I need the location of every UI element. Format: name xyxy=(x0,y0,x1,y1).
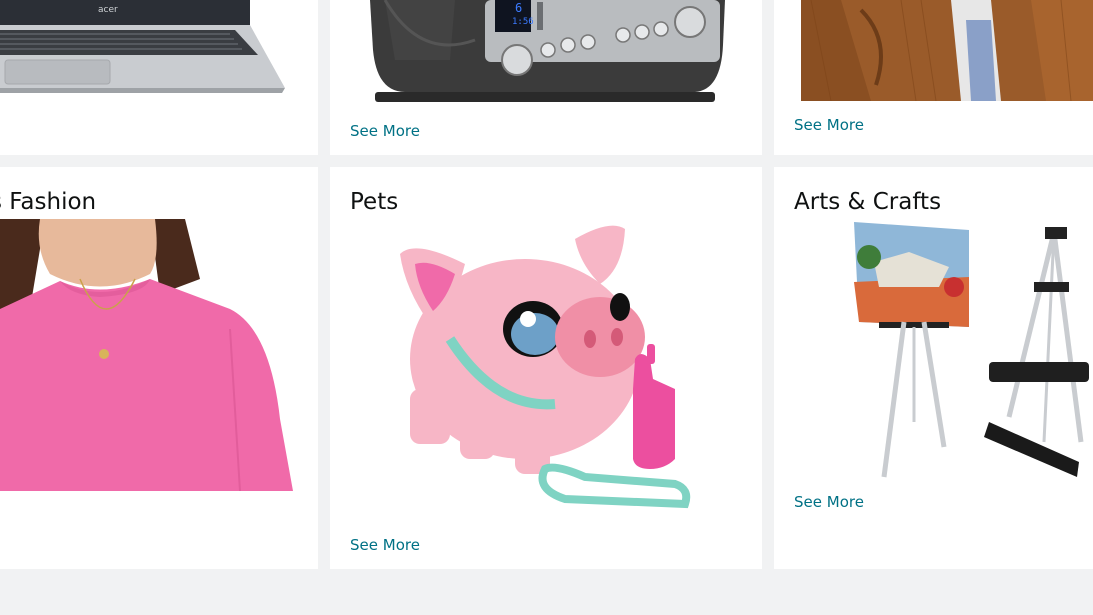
card-title-pets[interactable]: Pets xyxy=(350,189,398,215)
see-more-link-jackets[interactable]: See More xyxy=(794,116,864,134)
toaster-image[interactable]: 6 1:56 xyxy=(365,0,735,108)
jacket-image[interactable] xyxy=(801,0,1093,101)
card-title-womens-fashion[interactable]: s Fashion xyxy=(0,189,96,215)
see-more-link-toasters[interactable]: See More xyxy=(350,122,420,140)
toaster-display-bottom: 1:56 xyxy=(512,17,534,27)
laptop-brand-text: acer xyxy=(98,5,118,15)
card-pets: Pets See More xyxy=(330,167,762,569)
card-title-arts-crafts[interactable]: Arts & Crafts xyxy=(794,189,941,215)
card-jackets: See More xyxy=(774,0,1093,155)
card-arts-crafts: Arts & Crafts See More xyxy=(774,167,1093,569)
card-laptops: acer xyxy=(0,0,318,155)
see-more-link-pets[interactable]: See More xyxy=(350,536,420,554)
toy-pig-image[interactable] xyxy=(385,219,705,519)
card-toasters: 6 1:56 See More xyxy=(330,0,762,155)
see-more-link-arts-crafts[interactable]: See More xyxy=(794,493,864,511)
laptop-image[interactable]: acer xyxy=(0,0,310,100)
toaster-display-top: 6 xyxy=(515,1,522,15)
pink-sweater-image[interactable] xyxy=(0,219,293,491)
easel-image[interactable] xyxy=(849,222,1093,482)
card-womens-fashion: s Fashion xyxy=(0,167,318,569)
